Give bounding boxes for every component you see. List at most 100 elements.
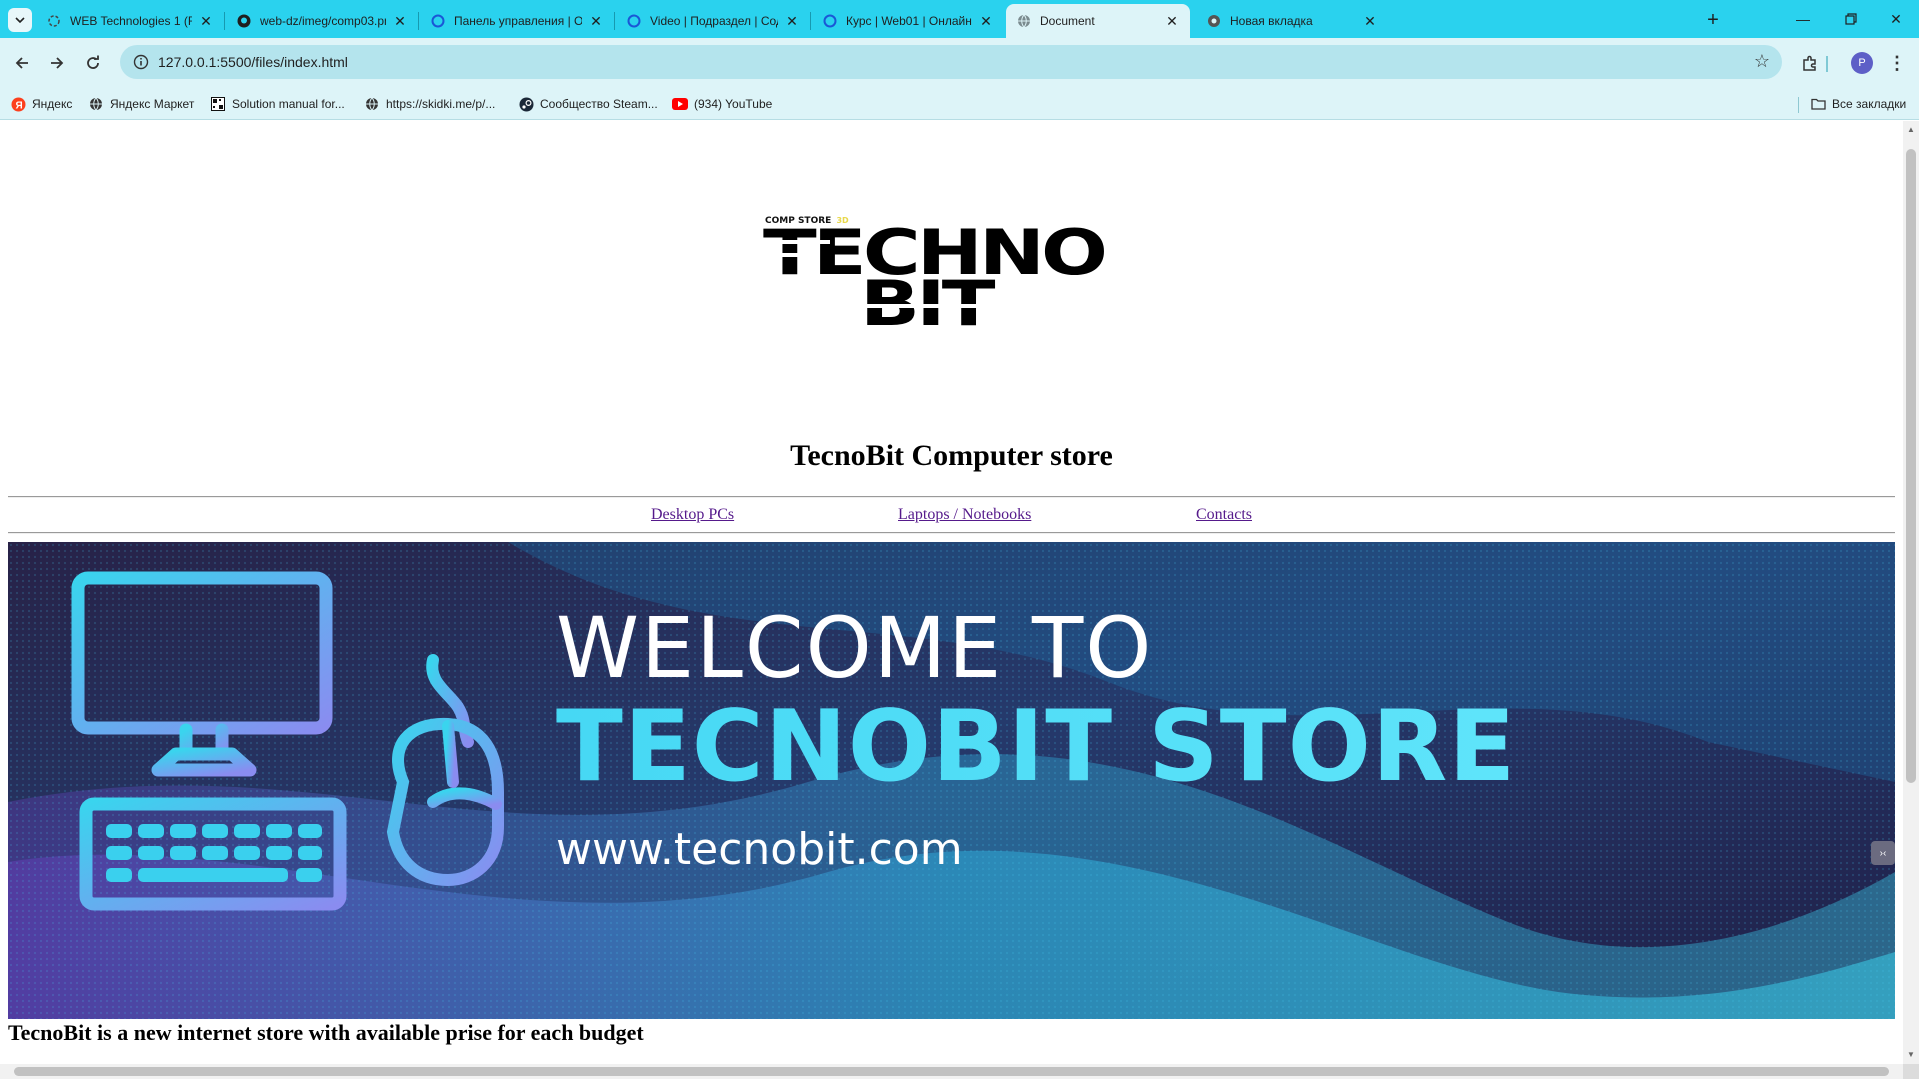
bookmark-yandex[interactable]: Я Яндекс	[10, 93, 72, 115]
tab-divider	[418, 12, 419, 30]
bookmarks-divider	[1798, 97, 1799, 113]
bookmark-skidki[interactable]: https://skidki.me/p/...	[364, 93, 495, 115]
minimize-icon: —	[1796, 11, 1810, 27]
arrow-left-icon	[15, 57, 28, 69]
chevron-down-icon	[15, 17, 25, 24]
forward-button[interactable]	[44, 50, 70, 76]
steam-icon	[518, 96, 534, 112]
close-icon[interactable]: ✕	[978, 13, 994, 29]
divider	[8, 532, 1895, 534]
chrome-icon	[1206, 13, 1222, 29]
folder-icon	[1810, 96, 1826, 112]
techno-bit-logo: COMP STORE 3D TECHNO BIT	[760, 216, 1160, 346]
tab-divider	[224, 12, 225, 30]
menu-button[interactable]: ⋮	[1884, 50, 1910, 76]
puzzle-icon	[1803, 55, 1816, 71]
horizontal-scroll-thumb[interactable]	[14, 1067, 1889, 1076]
site-info-icon[interactable]	[124, 45, 158, 79]
extensions-button[interactable]	[1797, 50, 1823, 76]
reload-button[interactable]	[80, 50, 106, 76]
page-title: TecnoBit Computer store	[790, 439, 1113, 472]
ring-icon	[626, 13, 642, 29]
nav-link-laptops[interactable]: Laptops / Notebooks	[898, 506, 1031, 524]
bookmark-label: https://skidki.me/p/...	[386, 97, 496, 111]
expand-icon: ›‹	[1879, 847, 1887, 859]
tab-divider	[810, 12, 811, 30]
side-panel-button[interactable]: ›‹	[1871, 841, 1895, 865]
store-tagline: TecnoBit is a new internet store with av…	[8, 1020, 644, 1045]
vertical-scroll-thumb[interactable]	[1906, 149, 1916, 783]
tab-title: WEB Technologies 1 (Front End	[70, 14, 192, 28]
close-icon[interactable]: ✕	[588, 13, 604, 29]
close-icon: ✕	[1890, 10, 1902, 27]
bookmark-youtube[interactable]: (934) YouTube	[672, 93, 772, 115]
url-text[interactable]: 127.0.0.1:5500/files/index.html	[158, 54, 348, 70]
tab-title: Курс | Web01 | Онлайн Акаде	[846, 14, 972, 28]
tab-course[interactable]: Курс | Web01 | Онлайн Акаде ✕	[812, 4, 1004, 38]
minimize-button[interactable]: —	[1780, 0, 1826, 38]
tab-title: Video | Подраздел | Содержан	[650, 14, 778, 28]
browser-toolbar: 127.0.0.1:5500/files/index.html ☆ P ⋮	[0, 38, 1919, 88]
close-icon[interactable]: ✕	[784, 13, 800, 29]
close-icon[interactable]: ✕	[1164, 13, 1180, 29]
tab-web-technologies[interactable]: WEB Technologies 1 (Front End ✕	[36, 4, 224, 38]
course-icon	[46, 13, 62, 29]
logo-stripe	[770, 253, 814, 257]
github-icon	[236, 13, 252, 29]
address-bar[interactable]: 127.0.0.1:5500/files/index.html ☆	[120, 45, 1782, 79]
tab-title: web-dz/imeg/comp03.png at m	[260, 14, 386, 28]
nav-link-contacts[interactable]: Contacts	[1196, 506, 1252, 524]
tab-video[interactable]: Video | Подраздел | Содержан ✕	[616, 4, 810, 38]
tab-title: Document	[1040, 14, 1095, 28]
back-button[interactable]	[9, 50, 35, 76]
toolbar-divider	[1826, 56, 1828, 72]
tab-search-button[interactable]	[8, 8, 32, 32]
globe-icon	[364, 96, 380, 112]
logo-stripe	[770, 240, 830, 244]
new-tab-button[interactable]: +	[1700, 7, 1726, 33]
close-icon[interactable]: ✕	[198, 13, 214, 29]
banner-url-text: www.tecnobit.com	[556, 824, 963, 875]
tab-dashboard[interactable]: Панель управления | Онлайн ✕	[420, 4, 614, 38]
plus-icon: +	[1707, 8, 1719, 31]
bookmark-solution-manual[interactable]: Solution manual for...	[210, 93, 345, 115]
bookmark-yandex-market[interactable]: Яндекс Маркет	[88, 93, 194, 115]
globe-icon	[1016, 13, 1032, 29]
scroll-up-icon[interactable]: ▲	[1906, 125, 1916, 135]
bookmark-label: Яндекс Маркет	[110, 97, 195, 111]
bookmark-steam[interactable]: Сообщество Steam...	[518, 93, 658, 115]
bookmark-label: Сообщество Steam...	[540, 97, 658, 111]
tab-github[interactable]: web-dz/imeg/comp03.png at m ✕	[226, 4, 418, 38]
tab-strip: WEB Technologies 1 (Front End ✕ web-dz/i…	[0, 0, 1919, 38]
welcome-banner: WELCOME TO TECNOBIT STORE www.tecnobit.c…	[8, 542, 1895, 1019]
close-icon[interactable]: ✕	[1362, 13, 1378, 29]
more-vertical-icon: ⋮	[1888, 52, 1906, 73]
tab-title: Панель управления | Онлайн	[454, 14, 582, 28]
logo-stripe	[860, 304, 990, 308]
nav-link-desktop-pcs[interactable]: Desktop PCs	[651, 506, 734, 524]
horizontal-scrollbar[interactable]	[0, 1064, 1903, 1079]
bookmark-label: Solution manual for...	[232, 97, 345, 111]
tab-document[interactable]: Document ✕	[1006, 4, 1190, 38]
page-viewport: COMP STORE 3D TECHNO BIT TecnoBit Comput…	[0, 121, 1903, 1064]
tab-title: Новая вкладка	[1230, 14, 1313, 28]
qr-icon	[210, 96, 226, 112]
tab-divider	[614, 12, 615, 30]
restore-button[interactable]	[1828, 0, 1874, 38]
restore-icon	[1845, 13, 1857, 25]
banner-store-text: TECNOBIT STORE	[556, 690, 1516, 804]
vertical-scrollbar[interactable]: ▲ ▼	[1903, 121, 1919, 1064]
bookmark-label: (934) YouTube	[694, 97, 773, 111]
svg-text:Я: Я	[15, 100, 22, 111]
divider	[8, 496, 1895, 498]
reload-icon	[87, 55, 99, 69]
all-bookmarks-button[interactable]: Все закладки	[1810, 93, 1906, 115]
tab-new-tab[interactable]: Новая вкладка ✕	[1196, 4, 1388, 38]
close-window-button[interactable]: ✕	[1873, 0, 1919, 38]
profile-avatar[interactable]: P	[1851, 52, 1873, 74]
bookmark-label: Все закладки	[1832, 97, 1907, 111]
banner-welcome-text: WELCOME TO	[556, 599, 1153, 697]
close-icon[interactable]: ✕	[392, 13, 408, 29]
bookmark-star-icon[interactable]: ☆	[1754, 51, 1770, 72]
scroll-down-icon[interactable]: ▼	[1906, 1050, 1916, 1060]
